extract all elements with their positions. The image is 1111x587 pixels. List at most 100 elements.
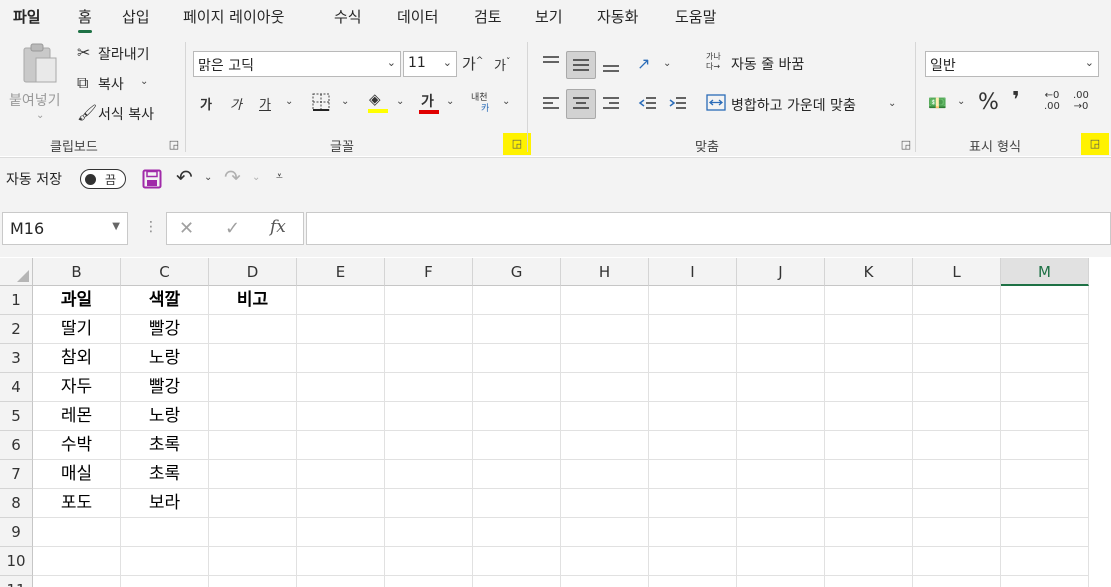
cell-h7[interactable] xyxy=(561,460,649,489)
copy-button[interactable]: ⧉ 복사 ⌄ xyxy=(75,73,165,95)
cell-b6[interactable]: 수박 xyxy=(33,431,121,460)
cell-h11[interactable] xyxy=(561,576,649,587)
cell-b11[interactable] xyxy=(33,576,121,587)
cell-b9[interactable] xyxy=(33,518,121,547)
cell-i1[interactable] xyxy=(649,286,737,315)
column-header-b[interactable]: B xyxy=(33,258,121,286)
cell-f8[interactable] xyxy=(385,489,473,518)
cell-k10[interactable] xyxy=(825,547,913,576)
chevron-down-icon[interactable]: ⌄ xyxy=(204,172,212,183)
cell-i8[interactable] xyxy=(649,489,737,518)
cell-e10[interactable] xyxy=(297,547,385,576)
align-bottom-icon[interactable] xyxy=(601,56,621,74)
cell-b4[interactable]: 자두 xyxy=(33,373,121,402)
column-header-d[interactable]: D xyxy=(209,258,297,286)
cell-f5[interactable] xyxy=(385,402,473,431)
cell-e6[interactable] xyxy=(297,431,385,460)
cell-g11[interactable] xyxy=(473,576,561,587)
cell-j7[interactable] xyxy=(737,460,825,489)
cell-f3[interactable] xyxy=(385,344,473,373)
merge-center-button[interactable]: 병합하고 가운데 맞춤 ⌄ xyxy=(706,92,901,116)
row-header-1[interactable]: 1 xyxy=(0,286,33,315)
cell-d2[interactable] xyxy=(209,315,297,344)
cell-f7[interactable] xyxy=(385,460,473,489)
row-header-3[interactable]: 3 xyxy=(0,344,33,373)
cell-e2[interactable] xyxy=(297,315,385,344)
column-header-i[interactable]: I xyxy=(649,258,737,286)
cell-c8[interactable]: 보라 xyxy=(121,489,209,518)
cell-h5[interactable] xyxy=(561,402,649,431)
cell-f9[interactable] xyxy=(385,518,473,547)
cell-d5[interactable] xyxy=(209,402,297,431)
cell-h8[interactable] xyxy=(561,489,649,518)
cell-l9[interactable] xyxy=(913,518,1001,547)
cell-c5[interactable]: 노랑 xyxy=(121,402,209,431)
cell-f11[interactable] xyxy=(385,576,473,587)
cell-k8[interactable] xyxy=(825,489,913,518)
cell-d7[interactable] xyxy=(209,460,297,489)
cell-h10[interactable] xyxy=(561,547,649,576)
cell-k11[interactable] xyxy=(825,576,913,587)
chevron-down-icon[interactable]: ⌄ xyxy=(502,96,510,107)
cell-c11[interactable] xyxy=(121,576,209,587)
cell-l2[interactable] xyxy=(913,315,1001,344)
cell-j6[interactable] xyxy=(737,431,825,460)
cell-j3[interactable] xyxy=(737,344,825,373)
align-left-icon[interactable] xyxy=(541,95,561,113)
cell-d11[interactable] xyxy=(209,576,297,587)
cell-j5[interactable] xyxy=(737,402,825,431)
cell-e11[interactable] xyxy=(297,576,385,587)
cell-h3[interactable] xyxy=(561,344,649,373)
align-top-icon[interactable] xyxy=(541,54,561,70)
menu-file[interactable]: 파일 xyxy=(13,6,41,27)
cell-c6[interactable]: 초록 xyxy=(121,431,209,460)
cell-k6[interactable] xyxy=(825,431,913,460)
chevron-down-icon[interactable]: ⌄ xyxy=(888,98,896,109)
cell-e9[interactable] xyxy=(297,518,385,547)
row-header-2[interactable]: 2 xyxy=(0,315,33,344)
cell-k4[interactable] xyxy=(825,373,913,402)
cell-b10[interactable] xyxy=(33,547,121,576)
number-format-select[interactable]: 일반 ⌄ xyxy=(925,51,1099,77)
column-header-f[interactable]: F xyxy=(385,258,473,286)
tab-view[interactable]: 보기 xyxy=(535,6,563,27)
formula-input[interactable] xyxy=(306,212,1111,245)
cell-m6[interactable] xyxy=(1001,431,1089,460)
column-header-e[interactable]: E xyxy=(297,258,385,286)
tab-page-layout[interactable]: 페이지 레이아웃 xyxy=(183,6,284,27)
cell-l7[interactable] xyxy=(913,460,1001,489)
column-header-l[interactable]: L xyxy=(913,258,1001,286)
cell-b8[interactable]: 포도 xyxy=(33,489,121,518)
cell-g1[interactable] xyxy=(473,286,561,315)
customize-toolbar-icon[interactable]: ⩡ xyxy=(276,169,283,184)
name-box[interactable]: M16 ▼ xyxy=(2,212,128,245)
chevron-down-icon[interactable]: ⌄ xyxy=(957,96,965,107)
cell-m7[interactable] xyxy=(1001,460,1089,489)
chevron-down-icon[interactable]: ⌄ xyxy=(341,96,349,107)
cancel-icon[interactable]: ✕ xyxy=(179,218,194,239)
cell-m3[interactable] xyxy=(1001,344,1089,373)
select-all-button[interactable] xyxy=(0,258,33,286)
cell-c2[interactable]: 빨강 xyxy=(121,315,209,344)
underline-button[interactable]: 가 xyxy=(259,94,271,113)
cell-l8[interactable] xyxy=(913,489,1001,518)
align-right-icon[interactable] xyxy=(601,95,621,113)
cell-f4[interactable] xyxy=(385,373,473,402)
format-painter-button[interactable]: 🖌 서식 복사 xyxy=(75,103,170,125)
tab-insert[interactable]: 삽입 xyxy=(122,6,150,27)
cell-h9[interactable] xyxy=(561,518,649,547)
chevron-down-icon[interactable]: ⌄ xyxy=(396,96,404,107)
cell-j10[interactable] xyxy=(737,547,825,576)
enter-icon[interactable]: ✓ xyxy=(225,218,240,239)
chevron-down-icon[interactable]: ⌄ xyxy=(663,58,671,69)
cell-g4[interactable] xyxy=(473,373,561,402)
cell-e1[interactable] xyxy=(297,286,385,315)
more-vertical-icon[interactable]: ⋮ xyxy=(144,219,158,235)
font-name-select[interactable]: 맑은 고딕 ⌄ xyxy=(193,51,401,77)
tab-help[interactable]: 도움말 xyxy=(675,6,716,27)
column-header-g[interactable]: G xyxy=(473,258,561,286)
cell-l6[interactable] xyxy=(913,431,1001,460)
cell-g5[interactable] xyxy=(473,402,561,431)
column-header-h[interactable]: H xyxy=(561,258,649,286)
cell-d4[interactable] xyxy=(209,373,297,402)
